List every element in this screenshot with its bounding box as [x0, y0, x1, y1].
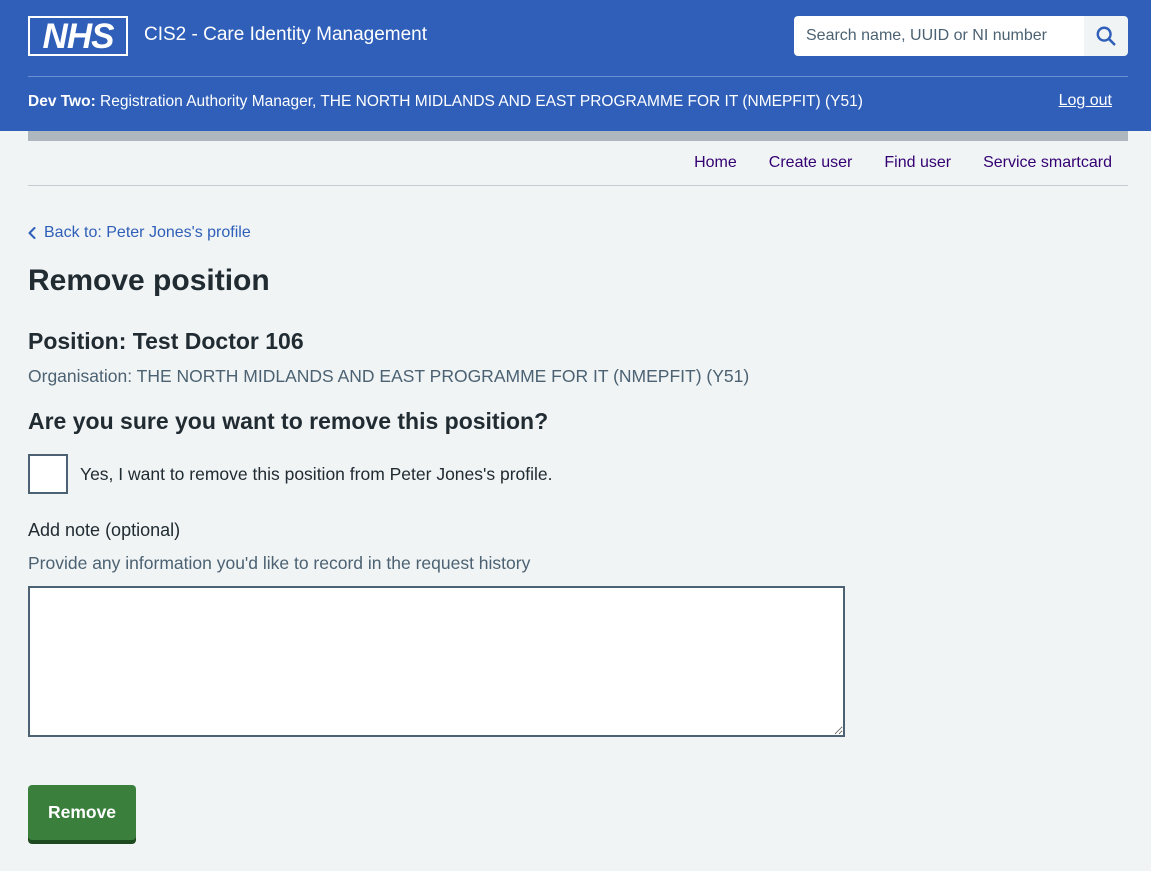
site-header: NHS CIS2 - Care Identity Management Dev … [0, 0, 1151, 131]
primary-navigation: Home Create user Find user Service smart… [28, 141, 1128, 186]
back-link-label: Back to: Peter Jones's profile [44, 224, 251, 241]
remove-button[interactable]: Remove [28, 785, 136, 840]
user-info: Dev Two: Registration Authority Manager,… [28, 93, 863, 111]
nav-home[interactable]: Home [694, 154, 737, 172]
note-label: Add note (optional) [28, 520, 181, 540]
back-link[interactable]: Back to: Peter Jones's profile [28, 224, 251, 242]
search-input[interactable] [794, 16, 1084, 56]
chevron-left-icon [28, 227, 36, 239]
search-icon [1096, 26, 1116, 46]
nav-create-user[interactable]: Create user [769, 154, 853, 172]
nhs-logo-text: NHS [30, 18, 126, 54]
organisation-text: Organisation: THE NORTH MIDLANDS AND EAS… [28, 366, 750, 386]
user-role: Registration Authority Manager, THE NORT… [95, 93, 863, 110]
header-band [28, 131, 1128, 141]
confirm-checkbox-row[interactable]: Yes, I want to remove this position from… [28, 454, 553, 494]
nav-service-smartcard[interactable]: Service smartcard [983, 154, 1112, 172]
confirm-checkbox-label[interactable]: Yes, I want to remove this position from… [80, 464, 553, 485]
position-title: Position: Test Doctor 106 [28, 328, 304, 354]
search-form [794, 16, 1128, 56]
nav-find-user[interactable]: Find user [884, 154, 951, 172]
page-title: Remove position [28, 264, 270, 297]
header-divider [28, 76, 1128, 77]
logout-link[interactable]: Log out [1059, 92, 1112, 110]
service-name[interactable]: CIS2 - Care Identity Management [144, 24, 427, 46]
user-name: Dev Two: [28, 93, 96, 110]
search-button[interactable] [1084, 16, 1128, 56]
nhs-logo[interactable]: NHS [28, 16, 128, 56]
confirmation-question: Are you sure you want to remove this pos… [28, 408, 549, 434]
note-hint: Provide any information you'd like to re… [28, 553, 531, 573]
note-textarea[interactable] [28, 586, 845, 737]
confirm-checkbox[interactable] [28, 454, 68, 494]
